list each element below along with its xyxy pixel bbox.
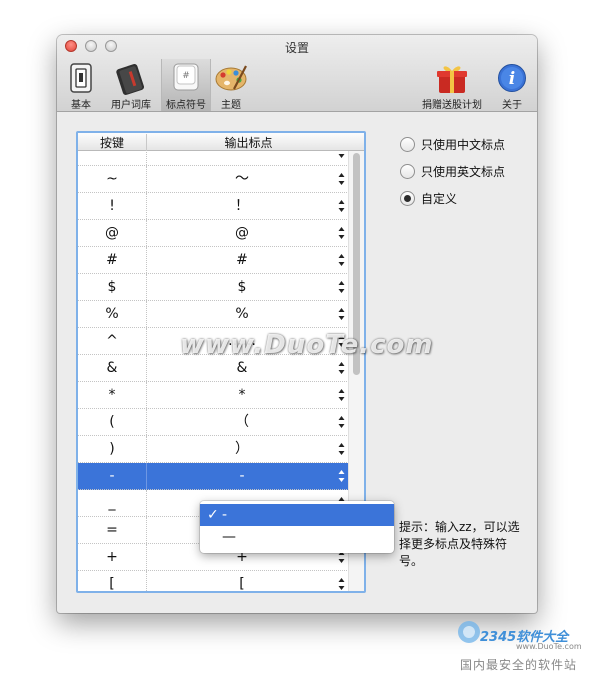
column-header-output[interactable]: 输出标点 — [146, 134, 350, 151]
settings-window: 设置 基本 用户词库 # 标点符号 主题 捐赠送股计划 i 关于 ` ` ~ ～… — [57, 35, 537, 613]
table-row[interactable]: % % — [78, 301, 349, 328]
toolbar-item-basic[interactable]: 基本 — [63, 59, 99, 111]
column-header-key[interactable]: 按键 — [78, 134, 146, 151]
window-title: 设置 — [284, 41, 309, 55]
stepper-icon[interactable] — [338, 307, 345, 321]
key-cell: + — [78, 544, 147, 570]
stepper-icon[interactable] — [338, 253, 345, 267]
toolbar-item-about[interactable]: i 关于 — [495, 59, 529, 111]
table-row[interactable]: ! ！ — [78, 193, 349, 220]
checkmark-icon: ✓ — [207, 507, 219, 523]
watermark: www.DuoTe.com — [180, 330, 434, 360]
key-cell: # — [78, 247, 147, 273]
key-cell: ^ — [78, 328, 147, 354]
toolbar-label-punctuation: 标点符号 — [166, 100, 206, 111]
palette-icon — [215, 65, 247, 91]
info-icon: i — [498, 64, 526, 92]
toolbar-label-theme: 主题 — [221, 100, 241, 111]
key-cell: _ — [78, 490, 147, 516]
table-row[interactable]: ( （ — [78, 409, 349, 436]
key-cell: [ — [78, 571, 147, 591]
output-cell[interactable]: （ — [147, 409, 337, 435]
stepper-icon[interactable] — [338, 226, 345, 240]
stepper-icon[interactable] — [338, 577, 345, 591]
output-cell[interactable]: ） — [147, 436, 337, 462]
key-cell: @ — [78, 220, 147, 246]
output-cell[interactable]: # — [147, 247, 337, 273]
table-row[interactable]: # # — [78, 247, 349, 274]
key-cell: - — [78, 463, 147, 489]
table-header: 按键 输出标点 — [78, 133, 364, 151]
radio-label: 只使用中文标点 — [421, 138, 506, 152]
table-row[interactable]: * * — [78, 382, 349, 409]
brand-tagline: 国内最安全的软件站 — [460, 658, 578, 672]
radio-button-selected[interactable] — [400, 191, 415, 206]
toolbar-label-donate: 捐赠送股计划 — [422, 100, 482, 111]
output-cell[interactable]: * — [147, 382, 337, 408]
menu-item-label: — — [222, 529, 236, 545]
key-cell: ) — [78, 436, 147, 462]
punctuation-popup-menu: ✓ - — — [200, 501, 394, 553]
svg-text:#: # — [182, 71, 190, 81]
key-cell: ( — [78, 409, 147, 435]
table-row[interactable]: [ [ — [78, 571, 349, 591]
key-icon: # — [173, 63, 199, 91]
output-cell[interactable]: % — [147, 301, 337, 327]
output-cell[interactable]: ～ — [147, 166, 337, 192]
output-cell[interactable]: $ — [147, 274, 337, 300]
stepper-icon[interactable] — [338, 415, 345, 429]
key-cell: $ — [78, 274, 147, 300]
stepper-icon[interactable] — [338, 469, 345, 483]
gift-icon — [437, 66, 467, 93]
table-row[interactable]: $ $ — [78, 274, 349, 301]
menu-item-em-dash[interactable]: — — [200, 526, 394, 548]
radio-label: 自定义 — [421, 192, 458, 206]
notebook-icon — [116, 64, 145, 95]
output-cell[interactable]: - — [147, 463, 337, 489]
stepper-icon[interactable] — [338, 280, 345, 294]
table-row[interactable]: @ @ — [78, 220, 349, 247]
menu-item-label: - — [222, 507, 228, 523]
brand-badge: 2345软件大全 www.DuoTe.com 国内最安全的软件站 — [452, 612, 592, 688]
toolbar: 设置 基本 用户词库 # 标点符号 主题 捐赠送股计划 i 关于 — [57, 35, 537, 112]
table-row[interactable]: ~ ～ — [78, 166, 349, 193]
key-cell: % — [78, 301, 147, 327]
svg-text:i: i — [509, 69, 515, 89]
stepper-icon[interactable] — [338, 172, 345, 186]
toolbar-label-basic: 基本 — [71, 100, 91, 111]
key-cell: ! — [78, 193, 147, 219]
toolbar-item-theme[interactable]: 主题 — [213, 59, 249, 111]
output-cell[interactable]: @ — [147, 220, 337, 246]
output-cell[interactable]: ！ — [147, 193, 337, 219]
toolbar-label-about: 关于 — [502, 100, 522, 111]
brand-logo-icon — [458, 621, 480, 643]
table-row[interactable]: ) ） — [78, 436, 349, 463]
key-cell: ~ — [78, 166, 147, 192]
stepper-icon[interactable] — [338, 361, 345, 375]
toolbar-item-user-dictionary[interactable]: 用户词库 — [103, 59, 159, 111]
stepper-icon[interactable] — [338, 442, 345, 456]
toolbar-label-user-dictionary: 用户词库 — [111, 100, 151, 111]
radio-label: 只使用英文标点 — [421, 165, 506, 179]
output-cell[interactable]: [ — [147, 571, 337, 591]
stepper-icon[interactable] — [338, 388, 345, 402]
key-cell: * — [78, 382, 147, 408]
table-row-selected[interactable]: - - — [78, 463, 349, 490]
key-cell: & — [78, 355, 147, 381]
hint-text: 提示：输入zz，可以选择更多标点及特殊符号。 — [399, 520, 520, 568]
brand-url: www.DuoTe.com — [516, 642, 582, 651]
menu-item-hyphen[interactable]: ✓ - — [200, 504, 394, 526]
switch-icon — [70, 63, 92, 93]
stepper-icon[interactable] — [338, 199, 345, 213]
key-cell: = — [78, 517, 147, 543]
toolbar-item-donate[interactable]: 捐赠送股计划 — [417, 59, 487, 111]
toolbar-item-punctuation[interactable]: # 标点符号 — [161, 59, 211, 111]
radio-button[interactable] — [400, 164, 415, 179]
radio-button[interactable] — [400, 137, 415, 152]
